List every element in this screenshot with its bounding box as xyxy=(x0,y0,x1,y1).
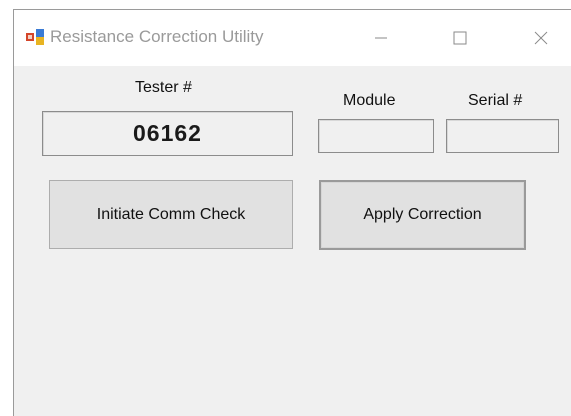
module-label: Module xyxy=(343,92,396,109)
window-title: Resistance Correction Utility xyxy=(50,27,264,46)
serial-field[interactable] xyxy=(446,119,559,153)
module-field[interactable] xyxy=(318,119,434,153)
app-icon xyxy=(26,29,44,45)
initiate-comm-check-button[interactable]: Initiate Comm Check xyxy=(49,180,293,249)
title-bar[interactable]: Resistance Correction Utility xyxy=(14,10,571,66)
apply-correction-button[interactable]: Apply Correction xyxy=(319,180,526,250)
close-icon xyxy=(534,31,548,45)
maximize-button[interactable] xyxy=(438,20,482,56)
minimize-icon xyxy=(375,37,387,39)
serial-label: Serial # xyxy=(468,92,523,109)
tester-label: Tester # xyxy=(135,79,192,96)
app-window: Resistance Correction Utility Tester # 0… xyxy=(13,9,571,416)
close-button[interactable] xyxy=(519,20,563,56)
tester-number-field[interactable]: 06162 xyxy=(42,111,293,156)
maximize-icon xyxy=(453,31,467,45)
minimize-button[interactable] xyxy=(359,20,403,56)
